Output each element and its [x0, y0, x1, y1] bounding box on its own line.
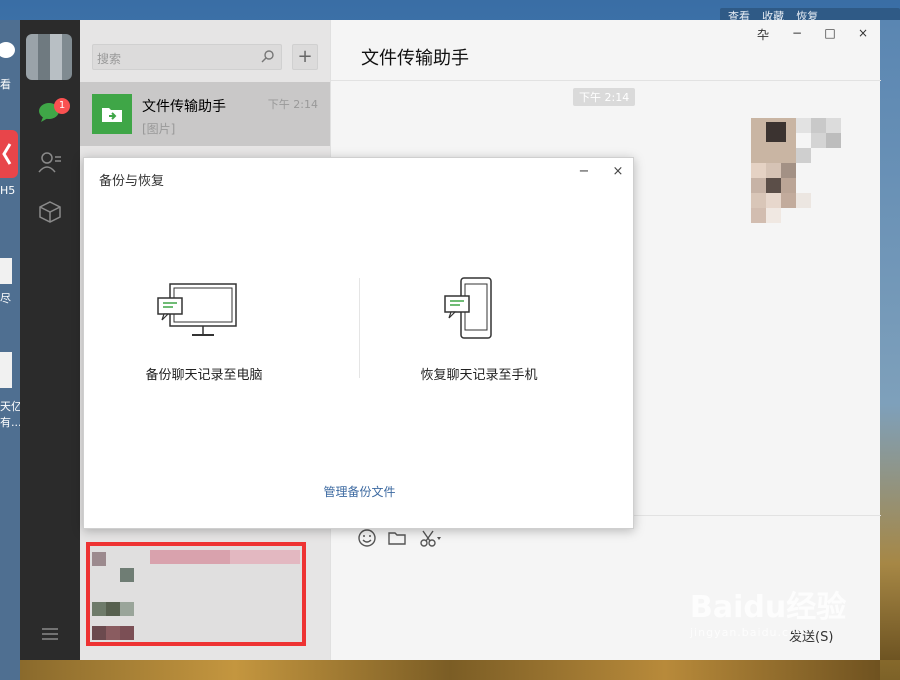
nav-rail: 1 — [20, 20, 80, 660]
backup-to-pc-label: 备份聊天记录至电脑 — [145, 368, 263, 383]
avatar[interactable] — [26, 34, 72, 80]
close-button[interactable]: × — [851, 26, 875, 44]
watermark-brand: Baidu经验 — [690, 590, 847, 625]
search-placeholder: 搜索 — [97, 52, 122, 66]
desktop-icon-label: 看 — [0, 78, 11, 91]
conversation-preview: [图片] — [142, 122, 176, 136]
document-desktop-icon[interactable] — [0, 258, 12, 284]
backup-restore-dialog: 备份与恢复 − × 备份聊天记录至电脑 恢复聊天记录至手机 管理备份文件 — [83, 157, 634, 529]
conversation-time: 下午 2:14 — [267, 98, 318, 111]
backup-to-pc-option[interactable]: 备份聊天记录至电脑 — [84, 268, 324, 388]
baidu-watermark: Baidu经验 jingyan.baidu.com — [690, 582, 846, 639]
monitor-chat-icon — [157, 283, 237, 336]
dialog-title: 备份与恢复 — [99, 174, 165, 189]
wechat-desktop-icon[interactable] — [0, 36, 18, 76]
chat-title: 文件传输助手 — [361, 48, 469, 69]
search-icon — [261, 49, 275, 67]
app-desktop-icon[interactable] — [0, 130, 18, 178]
desktop-right-strip — [880, 20, 900, 660]
file-transfer-avatar — [92, 94, 132, 134]
desktop-bottom-strip — [20, 660, 880, 680]
maximize-button[interactable]: □ — [818, 26, 842, 44]
manage-backup-files-link[interactable]: 管理备份文件 — [84, 483, 635, 500]
dialog-close-button[interactable]: × — [610, 164, 626, 180]
add-button[interactable]: + — [292, 44, 318, 70]
restore-to-phone-label: 恢复聊天记录至手机 — [420, 368, 538, 383]
header-divider — [331, 80, 881, 81]
restore-to-phone-option[interactable]: 恢复聊天记录至手机 — [359, 268, 599, 388]
menu-icon[interactable] — [40, 624, 60, 644]
desktop-icon-label: 有... — [0, 416, 20, 429]
watermark-url: jingyan.baidu.com — [690, 626, 809, 639]
dialog-minimize-button[interactable]: − — [576, 164, 592, 180]
redacted-content — [86, 542, 306, 646]
conversation-name: 文件传输助手 — [142, 99, 226, 115]
folder-icon[interactable] — [387, 528, 407, 548]
desktop-icon-label: H5 — [0, 184, 16, 197]
desktop-icon-label: 尽 — [0, 292, 11, 305]
image-message[interactable] — [751, 118, 851, 228]
phone-chat-icon — [444, 277, 492, 339]
unread-badge: 1 — [54, 98, 70, 114]
desktop-icon-label: 天亿 — [0, 400, 20, 413]
message-timestamp: 下午 2:14 — [573, 88, 636, 106]
search-input[interactable]: 搜索 — [92, 44, 282, 70]
list-item[interactable]: 文件传输助手 下午 2:14 [图片] — [80, 82, 330, 146]
scissors-icon[interactable] — [419, 528, 441, 548]
contacts-icon[interactable] — [38, 150, 62, 174]
emoji-icon[interactable] — [357, 528, 377, 548]
document-desktop-icon[interactable] — [0, 352, 12, 388]
favorites-box-icon[interactable] — [38, 200, 62, 224]
desktop-left-strip — [0, 20, 20, 680]
minimize-button[interactable]: − — [785, 26, 809, 44]
pin-button[interactable]: 卆 — [751, 26, 775, 44]
